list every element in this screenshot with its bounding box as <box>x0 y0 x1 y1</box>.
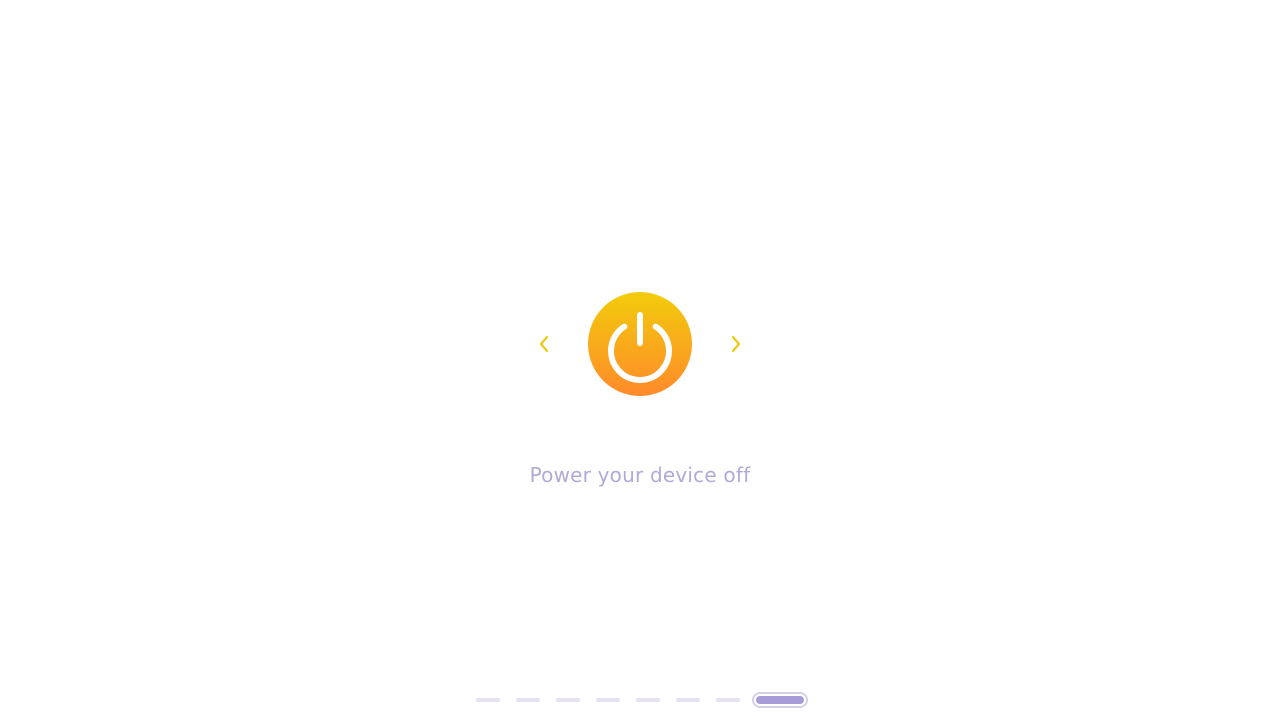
power-icon <box>608 312 672 383</box>
pager-dot[interactable] <box>476 698 500 702</box>
pager-dot[interactable] <box>516 698 540 702</box>
previous-slide-button[interactable] <box>529 329 559 359</box>
pager-dot[interactable] <box>596 698 620 702</box>
pager-dot-active[interactable] <box>756 696 804 704</box>
pager-dot[interactable] <box>716 698 740 702</box>
slide-pager <box>0 690 1280 710</box>
pager-dot[interactable] <box>676 698 700 702</box>
next-slide-button[interactable] <box>721 329 751 359</box>
onboarding-screen: Power your device off <box>0 0 1280 720</box>
slide-caption: Power your device off <box>529 463 751 487</box>
chevron-right-icon <box>731 335 741 353</box>
chevron-left-icon <box>539 335 549 353</box>
power-illustration <box>588 292 692 396</box>
pager-dot[interactable] <box>636 698 660 702</box>
pager-dot[interactable] <box>556 698 580 702</box>
slide-carousel <box>0 292 1280 396</box>
